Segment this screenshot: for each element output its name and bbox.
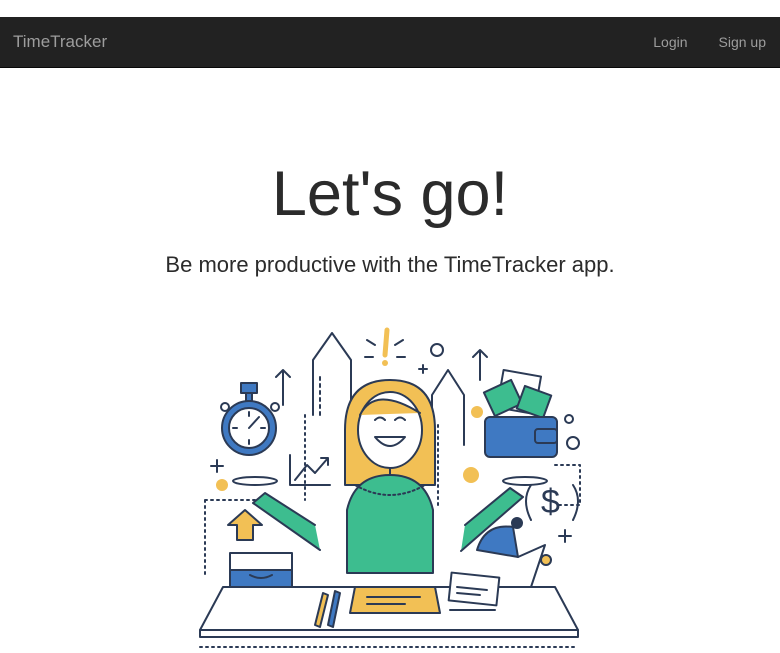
brand-link[interactable]: TimeTracker (13, 32, 107, 52)
wallet-icon (482, 368, 580, 458)
login-link[interactable]: Login (653, 34, 687, 50)
dollar-icon: $ (525, 483, 579, 521)
signup-link[interactable]: Sign up (719, 34, 766, 50)
chart-icon (289, 454, 331, 486)
svg-text:$: $ (541, 483, 560, 521)
top-navbar: TimeTracker Login Sign up (0, 17, 780, 68)
stopwatch-icon (220, 382, 280, 456)
hero-subtitle: Be more productive with the TimeTracker … (165, 252, 615, 277)
nav-links: Login Sign up (653, 34, 766, 50)
productive-woman-illustration: $ (199, 327, 581, 648)
hero-title: Let's go! (271, 159, 509, 229)
